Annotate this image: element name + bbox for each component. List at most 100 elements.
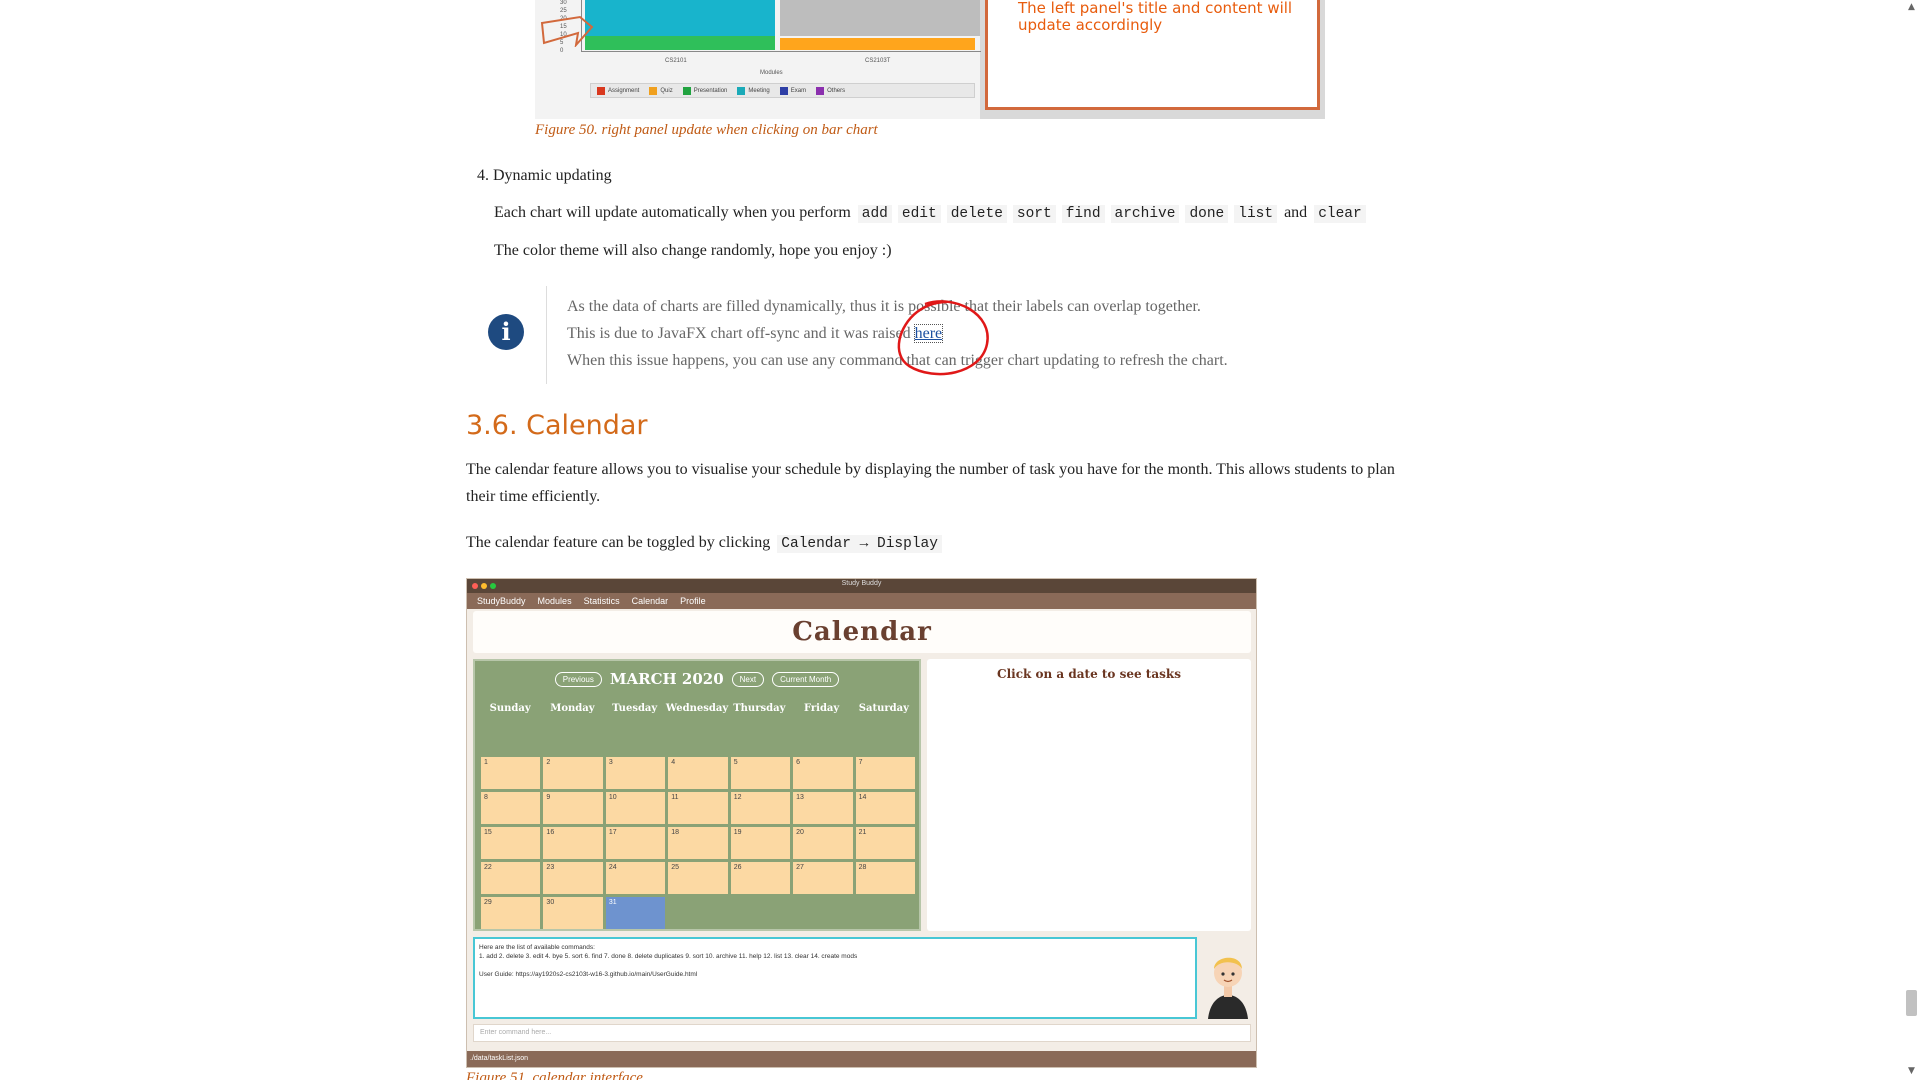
figure-caption: Figure 51. calendar interface — [466, 1070, 643, 1080]
paragraph: their time efficiently. — [466, 488, 601, 505]
inline-code: archive — [1110, 205, 1180, 223]
legend-item: Assignment — [597, 86, 640, 95]
note-text: As the data of charts are filled dynamic… — [567, 298, 1201, 315]
weekday-label: Friday — [803, 703, 840, 714]
calendar-screenshot: Study Buddy StudyBuddy Modules Statistic… — [466, 578, 1257, 1068]
list-number: 4. — [477, 167, 489, 184]
menu-item: Calendar — [631, 596, 669, 606]
legend-item: Others — [816, 86, 846, 95]
calendar-day-cell: 15 — [481, 827, 541, 859]
legend-item: Presentation — [682, 86, 728, 95]
chart-bar — [585, 36, 775, 50]
note-divider — [546, 286, 547, 384]
paragraph-text: and — [1284, 204, 1308, 221]
calendar-day-cell: 25 — [668, 862, 728, 894]
chart-bar — [585, 0, 775, 36]
legend-label: Assignment — [608, 87, 640, 94]
app-header: Calendar — [473, 611, 1251, 653]
scroll-up-icon[interactable]: ▲ — [1906, 2, 1917, 12]
calendar-day-cell: 7 — [855, 757, 915, 789]
window-title: Study Buddy — [841, 580, 882, 587]
next-button: Next — [731, 671, 765, 687]
inline-code: delete — [946, 205, 1007, 223]
x-axis-label: Modules — [760, 70, 783, 76]
calendar-day-cell: 19 — [730, 827, 791, 859]
calendar-day-cell: 2 — [543, 757, 603, 789]
command-input: Enter command here... — [473, 1024, 1251, 1042]
list-title: Dynamic updating — [493, 167, 612, 184]
calendar-day-cell: 8 — [481, 792, 541, 824]
calendar-day-cell: 11 — [668, 792, 728, 824]
inline-code: clear — [1314, 205, 1366, 223]
task-panel-title: Click on a date to see tasks — [997, 667, 1181, 681]
month-nav: Previous MARCH 2020 Next Current Month — [475, 670, 919, 688]
chart-bar — [780, 38, 975, 50]
menu-item: Profile — [680, 596, 706, 606]
calendar-day-cell: 4 — [668, 757, 728, 789]
legend-item: Exam — [779, 86, 807, 95]
paragraph: The calendar feature allows you to visua… — [466, 461, 1395, 478]
calendar-day-cell: 14 — [855, 792, 915, 824]
calendar-day-cell: 13 — [793, 792, 853, 824]
calendar-day-cell: 9 — [543, 792, 603, 824]
calendar-day-cell: 21 — [855, 827, 915, 859]
info-icon: i — [488, 314, 524, 350]
calendar-day-cell: 26 — [730, 862, 791, 894]
status-bar: ./data/taskList.json — [467, 1051, 1256, 1067]
calendar-day-cell: 29 — [481, 897, 541, 929]
page-scrollbar[interactable] — [1903, 0, 1920, 1080]
inline-code: find — [1061, 205, 1105, 223]
calendar-day-cell: 22 — [481, 862, 541, 894]
calendar-panel: Previous MARCH 2020 Next Current Month S… — [473, 659, 921, 931]
paragraph-text: Each chart will update automatically whe… — [494, 204, 851, 221]
calendar-day-cell: 24 — [605, 862, 666, 894]
issue-link[interactable]: here — [913, 324, 944, 343]
legend-label: Exam — [790, 87, 807, 94]
weekday-label: Tuesday — [612, 703, 658, 714]
legend-label: Others — [827, 87, 846, 94]
calendar-day-cell: 3 — [605, 757, 666, 789]
weekday-label: Sunday — [489, 703, 531, 714]
legend-label: Meeting — [748, 87, 770, 94]
calendar-day-cell: 10 — [605, 792, 666, 824]
paragraph: Each chart will update automatically whe… — [494, 204, 1369, 223]
result-text: 1. add 2. delete 3. edit 4. bye 5. sort … — [479, 953, 858, 960]
weekday-label: Saturday — [858, 703, 909, 714]
result-text: User Guide: https://ay1920s2-cs2103t-w16… — [479, 971, 698, 978]
section-heading: 3.6. Calendar — [466, 410, 648, 441]
calendar-day-cell: 16 — [543, 827, 603, 859]
calendar-day-cell: 17 — [605, 827, 666, 859]
weekday-label: Wednesday — [665, 703, 729, 714]
month-label: MARCH 2020 — [609, 670, 724, 688]
menu-item: StudyBuddy — [477, 596, 526, 606]
calendar-day-cell: 31 — [605, 897, 666, 929]
figure-50-image: 30 25 20 15 10 5 0 CS2101 CS2103T Module… — [535, 0, 1325, 119]
list-item-title: 4. Dynamic updating — [477, 167, 612, 185]
paragraph-text: The calendar feature can be toggled by c… — [466, 534, 771, 551]
chart-legend: Assignment Quiz Presentation Meeting Exa… — [590, 83, 975, 98]
inline-code: list — [1234, 205, 1278, 223]
scrollbar-thumb[interactable] — [1906, 990, 1917, 1016]
header-title: Calendar — [792, 617, 932, 647]
figure-caption: Figure 50. right panel update when click… — [535, 122, 878, 138]
avatar-icon — [1208, 957, 1248, 1019]
previous-button: Previous — [554, 671, 602, 687]
weekday-label: Monday — [550, 703, 595, 714]
weekday-header: Sunday Monday Tuesday Wednesday Thursday… — [479, 703, 915, 714]
inline-code: sort — [1012, 205, 1056, 223]
legend-label: Presentation — [693, 87, 728, 94]
calendar-day-cell: 6 — [793, 757, 853, 789]
bar-chart: 30 25 20 15 10 5 0 CS2101 CS2103T Module… — [535, 0, 981, 119]
paragraph: The calendar feature can be toggled by c… — [466, 534, 945, 553]
window-titlebar: Study Buddy — [467, 579, 1256, 593]
calendar-day-cell: 27 — [793, 862, 853, 894]
weekday-label: Thursday — [733, 703, 786, 714]
calendar-grid: 1 2 3 4 5 6 7 8 9 10 11 12 13 14 15 16 17 18 19 20 21 22 23 24 2… — [481, 757, 915, 929]
calendar-day-cell: 30 — [543, 897, 603, 929]
scroll-down-icon[interactable]: ▼ — [1906, 1066, 1917, 1076]
x-axis — [581, 51, 981, 52]
menu-item: Statistics — [583, 596, 620, 606]
right-panel-preview: The left panel's title and content will … — [985, 0, 1320, 110]
current-month-button: Current Month — [772, 671, 840, 687]
panel-text: update accordingly — [1018, 16, 1163, 34]
